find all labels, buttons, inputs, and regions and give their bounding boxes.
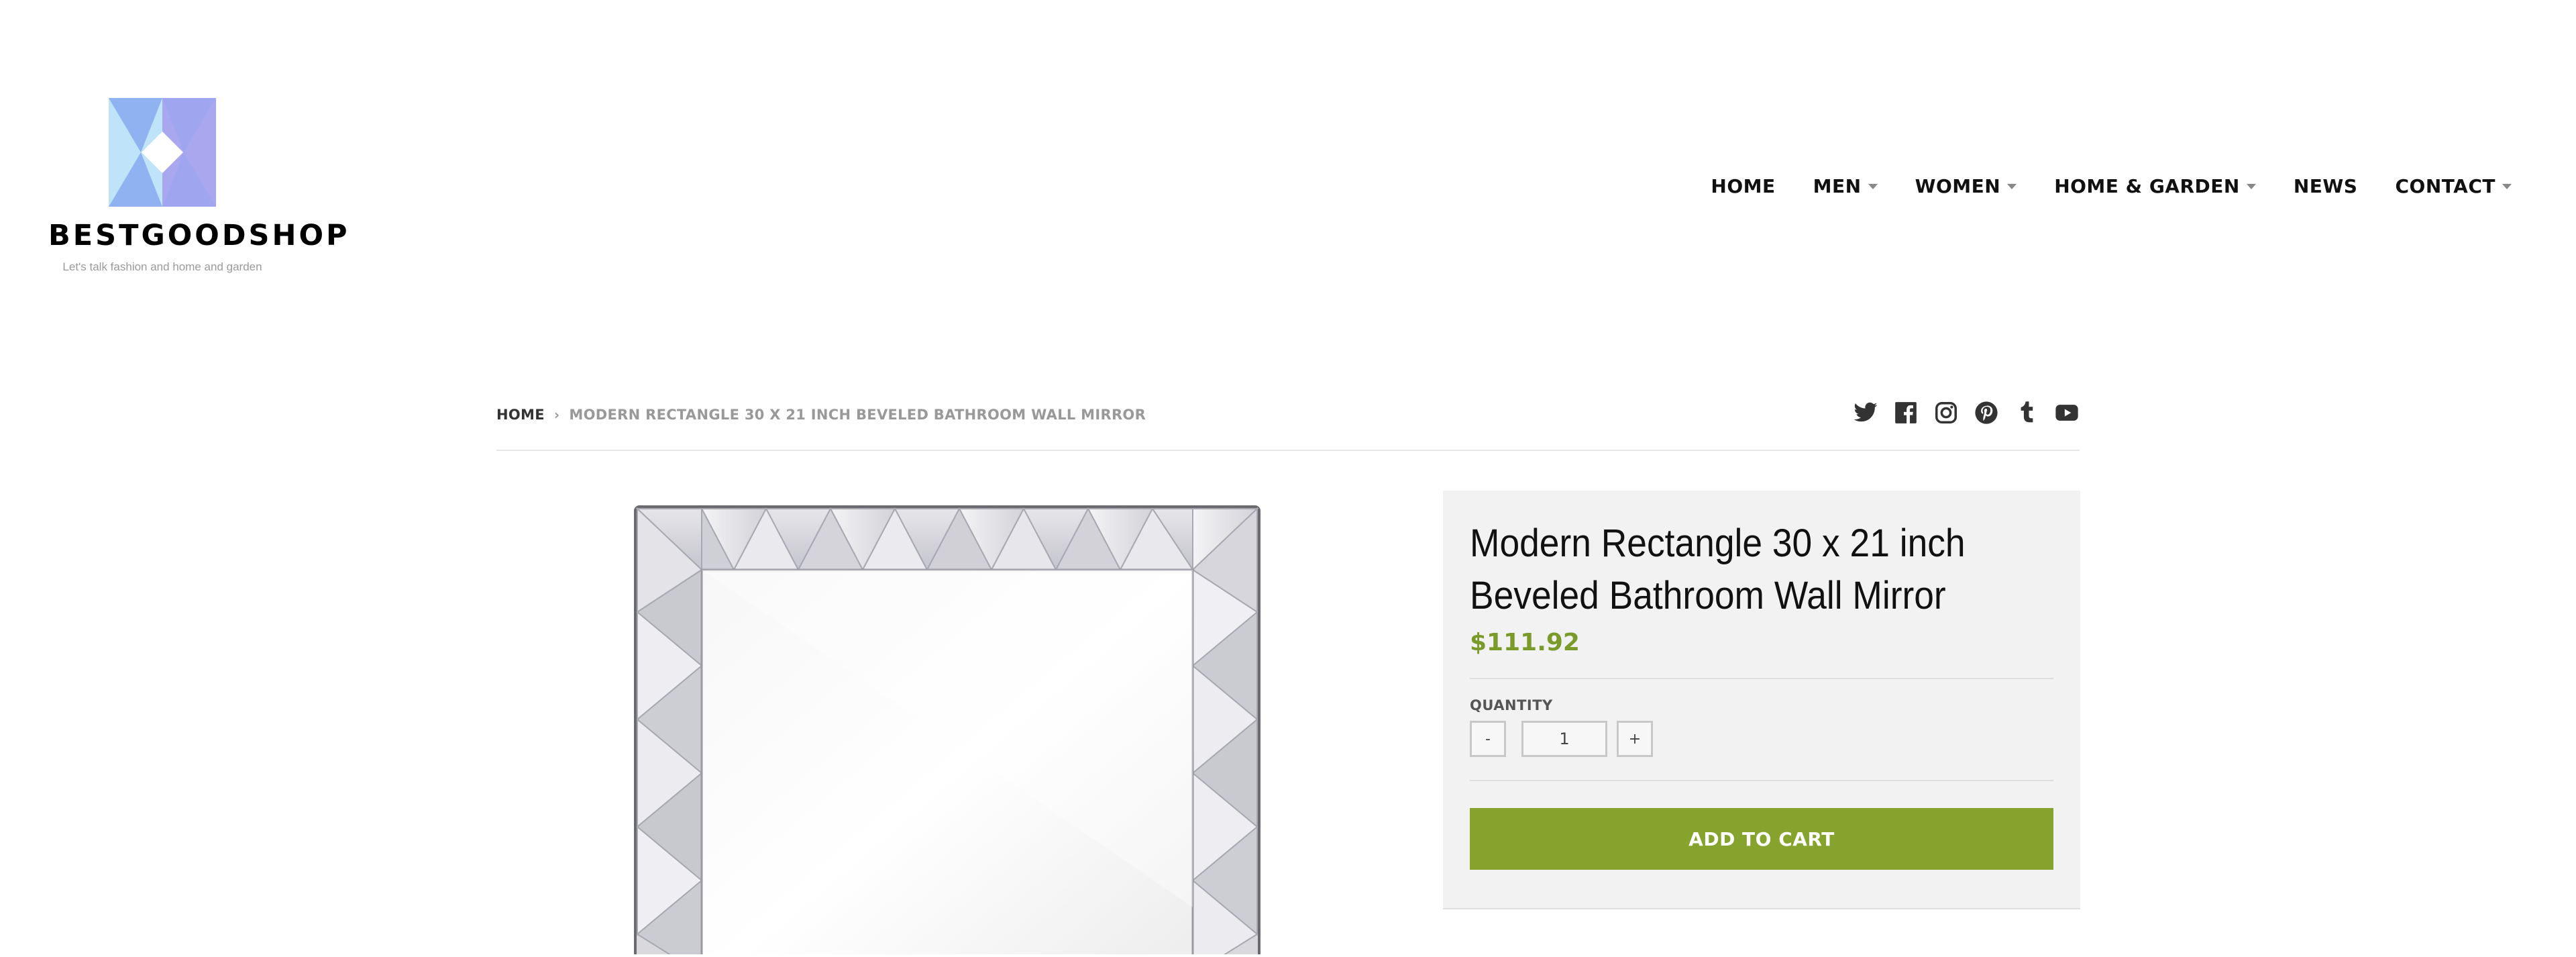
- brand-name[interactable]: BESTGOODSHOP: [48, 219, 347, 252]
- tumblr-icon[interactable]: [2014, 400, 2039, 425]
- caret-down-icon: [1868, 183, 1878, 189]
- twitter-icon[interactable]: [1853, 400, 1878, 425]
- nav-label: NEWS: [2293, 175, 2358, 197]
- main-nav: HOME MEN WOMEN HOME & GARDEN NEWS CONTAC…: [1711, 175, 2512, 197]
- nav-label: CONTACT: [2395, 175, 2496, 197]
- brand-tagline: Let's talk fashion and home and garden: [62, 260, 262, 273]
- breadcrumb: HOME › MODERN RECTANGLE 30 X 21 INCH BEV…: [496, 407, 1146, 423]
- add-to-cart-button[interactable]: ADD TO CART: [1470, 808, 2053, 870]
- quantity-increase-button[interactable]: +: [1617, 721, 1653, 757]
- caret-down-icon: [2007, 183, 2017, 189]
- panel-divider: [1470, 678, 2053, 679]
- product-image[interactable]: [633, 505, 1261, 957]
- caret-down-icon: [2246, 183, 2256, 189]
- quantity-decrease-button[interactable]: -: [1470, 721, 1506, 757]
- nav-label: HOME & GARDEN: [2054, 175, 2240, 197]
- header-divider: [496, 450, 2080, 451]
- pinterest-icon[interactable]: [1974, 400, 1999, 425]
- mirror-illustration: [634, 505, 1260, 957]
- panel-divider: [1470, 780, 2053, 781]
- facebook-icon[interactable]: [1893, 400, 1919, 425]
- nav-label: HOME: [1711, 175, 1776, 197]
- caret-down-icon: [2502, 183, 2512, 189]
- logo-mark-icon: [109, 98, 216, 207]
- nav-item-home[interactable]: HOME: [1711, 175, 1775, 197]
- instagram-icon[interactable]: [1933, 400, 1959, 425]
- nav-item-news[interactable]: NEWS: [2294, 175, 2358, 197]
- quantity-input[interactable]: [1521, 721, 1607, 757]
- nav-item-home-garden[interactable]: HOME & GARDEN: [2054, 175, 2256, 197]
- breadcrumb-separator: ›: [553, 407, 560, 423]
- breadcrumb-home-link[interactable]: HOME: [496, 407, 545, 423]
- nav-label: WOMEN: [1915, 175, 2001, 197]
- youtube-icon[interactable]: [2054, 400, 2080, 425]
- nav-item-women[interactable]: WOMEN: [1915, 175, 2017, 197]
- product-title: Modern Rectangle 30 x 21 inch Beveled Ba…: [1470, 521, 1966, 617]
- product-details-panel: Modern Rectangle 30 x 21 inch Beveled Ba…: [1443, 491, 2080, 909]
- quantity-label: QUANTITY: [1470, 697, 1553, 713]
- social-links: [1838, 400, 2080, 425]
- nav-item-contact[interactable]: CONTACT: [2395, 175, 2512, 197]
- product-price: $111.92: [1470, 629, 1580, 656]
- site-logo[interactable]: BESTGOODSHOP Let's talk fashion and home…: [48, 98, 347, 274]
- nav-label: MEN: [1813, 175, 1862, 197]
- nav-item-men[interactable]: MEN: [1813, 175, 1878, 197]
- breadcrumb-current: MODERN RECTANGLE 30 X 21 INCH BEVELED BA…: [569, 407, 1146, 423]
